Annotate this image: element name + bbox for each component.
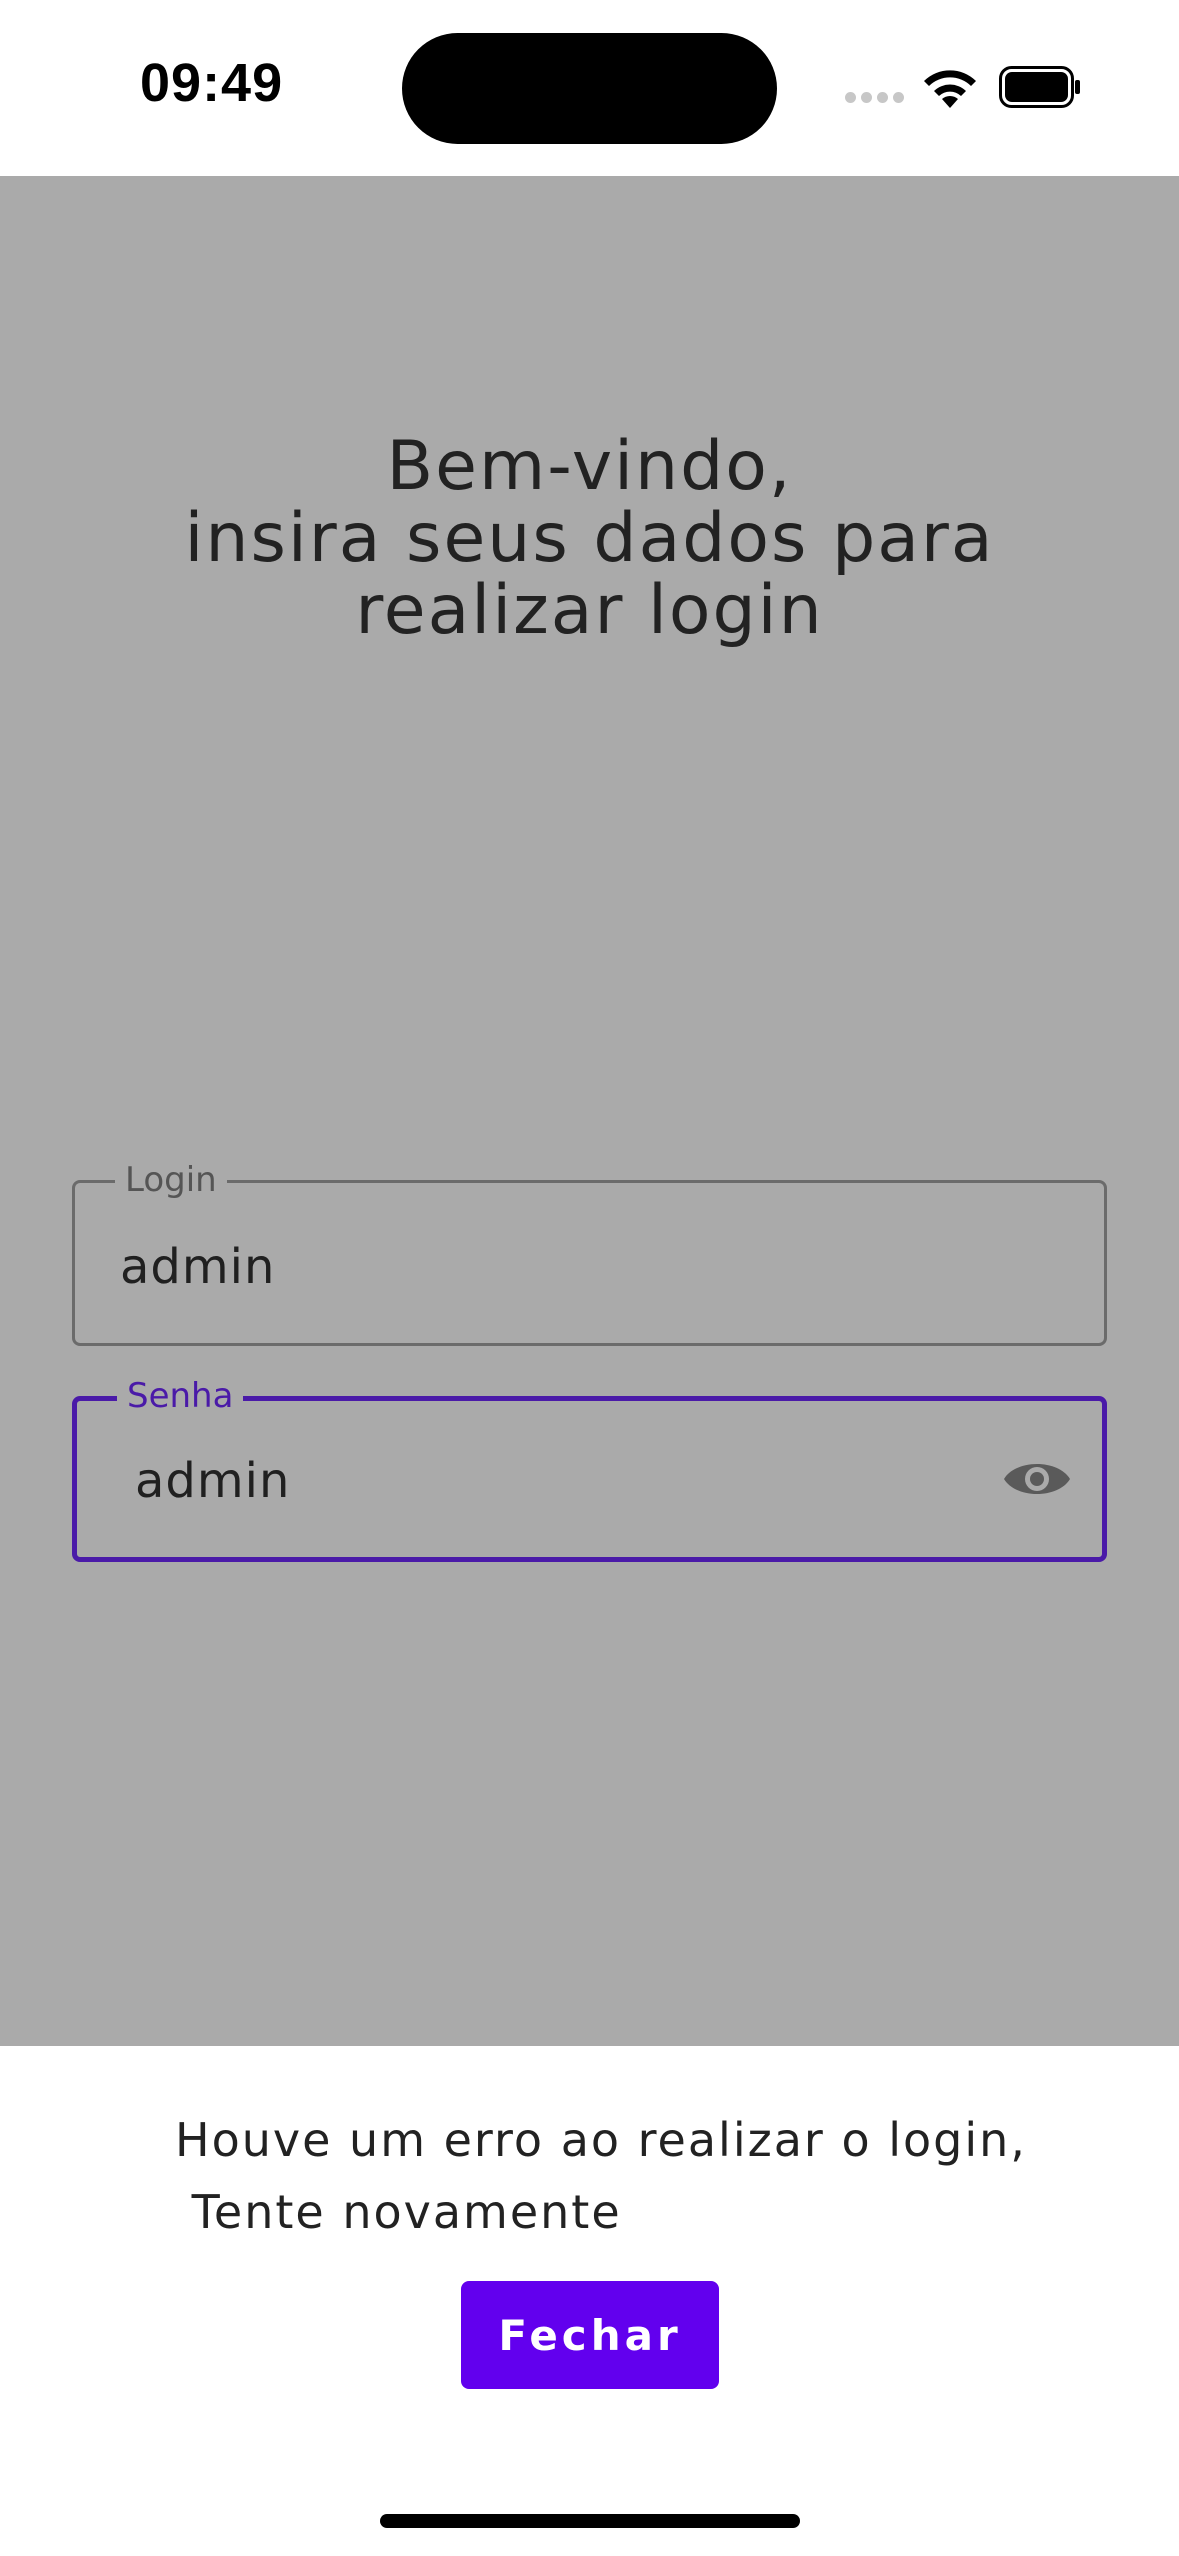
login-field-value[interactable]: admin [120,1239,275,1295]
wifi-icon [924,70,976,108]
status-time: 09:49 [140,53,284,113]
close-button[interactable]: Fechar [461,2281,719,2389]
eye-icon[interactable] [1002,1449,1072,1509]
error-message-line-1: Houve um erro ao realizar o login, [175,2113,1027,2167]
cellular-signal-icon [845,92,905,106]
error-message: Houve um erro ao realizar o login, Tente… [175,2104,1027,2248]
welcome-line-2: insira seus dados para [184,499,995,578]
error-bottom-sheet: Houve um erro ao realizar o login, Tente… [0,2046,1179,2556]
error-message-line-2: Tente novamente [175,2185,622,2239]
login-field-label: Login [115,1161,227,1199]
password-field-label: Senha [117,1377,244,1415]
dynamic-island [402,33,777,144]
welcome-line-1: Bem-vindo, [386,427,793,506]
welcome-line-3: realizar login [355,571,824,650]
home-indicator[interactable] [380,2514,800,2528]
login-screen-overlay[interactable]: Bem-vindo, insira seus dados para realiz… [0,176,1179,2046]
welcome-heading: Bem-vindo, insira seus dados para realiz… [0,431,1179,647]
password-field-value[interactable]: admin [135,1453,290,1509]
battery-icon [999,66,1080,108]
password-field[interactable]: Senha admin [72,1377,1107,1562]
status-bar: 09:49 [0,0,1179,176]
login-field[interactable]: Login admin [72,1161,1107,1346]
